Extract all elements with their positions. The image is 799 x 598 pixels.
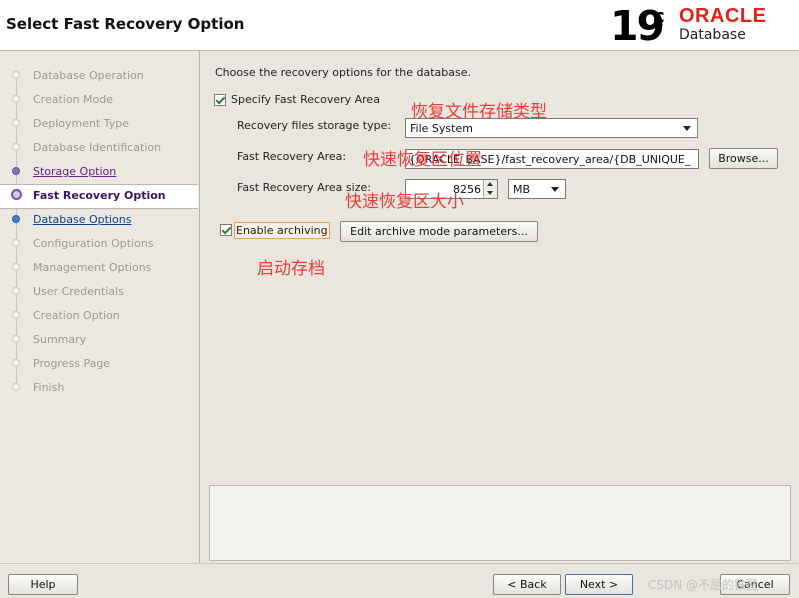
- step-user-credentials: User Credentials: [0, 281, 198, 303]
- step-label: Database Operation: [33, 69, 144, 82]
- step-status-icon: [12, 95, 20, 103]
- step-status-icon: [12, 383, 20, 391]
- window-header: Select Fast Recovery Option 19 c ORACLE …: [0, 0, 799, 51]
- step-status-icon: [12, 239, 20, 247]
- enable-archiving-checkbox[interactable]: [220, 224, 232, 236]
- step-configuration-options: Configuration Options: [0, 233, 198, 255]
- step-label: Management Options: [33, 261, 152, 274]
- step-management-options: Management Options: [0, 257, 198, 279]
- specify-fra-checkbox[interactable]: [214, 94, 226, 106]
- step-database-identification: Database Identification: [0, 137, 198, 159]
- oracle-brand-logo: ORACLE: [679, 5, 767, 27]
- step-label: User Credentials: [33, 285, 124, 298]
- fra-size-unit-dropdown[interactable]: MB: [508, 179, 566, 199]
- step-creation-option: Creation Option: [0, 305, 198, 327]
- step-status-icon: [12, 263, 20, 271]
- step-status-icon: [12, 143, 20, 151]
- wizard-footer: Help < Back Next > Cancel CSDN @不屈的铁壁: [0, 563, 799, 598]
- browse-button[interactable]: Browse...: [709, 148, 778, 169]
- watermark-text: CSDN @不屈的铁壁: [648, 578, 759, 592]
- step-label: Configuration Options: [33, 237, 154, 250]
- step-storage-option[interactable]: Storage Option: [0, 161, 198, 183]
- fra-size-unit-value: MB: [513, 183, 531, 196]
- step-status-icon: [12, 335, 20, 343]
- decrement-arrow-icon[interactable]: [483, 189, 497, 198]
- message-area: [209, 485, 791, 561]
- step-status-icon: [12, 215, 20, 223]
- step-fast-recovery-option: Fast Recovery Option: [0, 184, 198, 209]
- back-button[interactable]: < Back: [493, 574, 561, 595]
- storage-type-value: File System: [410, 122, 473, 135]
- annotation-storage-type: 恢复文件存储类型: [411, 102, 547, 122]
- step-label: Creation Mode: [33, 93, 114, 106]
- fra-location-label: Fast Recovery Area:: [237, 150, 347, 163]
- step-summary: Summary: [0, 329, 198, 351]
- oracle-version-suffix: c: [654, 6, 665, 27]
- storage-type-label: Recovery files storage type:: [237, 119, 392, 132]
- step-link[interactable]: Storage Option: [33, 165, 116, 178]
- specify-fra-label[interactable]: Specify Fast Recovery Area: [231, 93, 380, 106]
- enable-archiving-label[interactable]: Enable archiving: [234, 222, 330, 239]
- step-status-icon: [12, 71, 20, 79]
- step-label: Summary: [33, 333, 87, 346]
- step-database-operation: Database Operation: [0, 65, 198, 87]
- step-label: Progress Page: [33, 357, 111, 370]
- wizard-steps-sidebar: Database Operation Creation Mode Deploym…: [0, 51, 200, 563]
- annotation-archiving: 启动存档: [257, 259, 325, 279]
- current-step-icon: [11, 189, 22, 200]
- main-content-panel: Choose the recovery options for the data…: [200, 51, 799, 563]
- step-label: Database Identification: [33, 141, 162, 154]
- oracle-product-name: Database: [679, 27, 746, 43]
- help-button[interactable]: Help: [8, 574, 78, 595]
- step-status-icon: [12, 119, 20, 127]
- chevron-down-icon: [551, 187, 559, 192]
- page-title: Select Fast Recovery Option: [6, 15, 245, 33]
- step-link[interactable]: Database Options: [33, 213, 131, 226]
- step-status-icon: [12, 287, 20, 295]
- annotation-fra-location: 快速恢复区位置: [363, 150, 482, 170]
- step-status-icon: [12, 167, 20, 175]
- step-label: Creation Option: [33, 309, 120, 322]
- next-button[interactable]: Next >: [565, 574, 633, 595]
- step-creation-mode: Creation Mode: [0, 89, 198, 111]
- step-finish: Finish: [0, 377, 198, 399]
- step-label: Deployment Type: [33, 117, 130, 130]
- edit-archive-params-button[interactable]: Edit archive mode parameters...: [340, 221, 538, 242]
- step-status-icon: [12, 359, 20, 367]
- step-deployment-type: Deployment Type: [0, 113, 198, 135]
- step-label: Fast Recovery Option: [33, 189, 166, 202]
- instructions-text: Choose the recovery options for the data…: [215, 66, 471, 79]
- annotation-fra-size: 快速恢复区大小: [345, 192, 464, 212]
- chevron-down-icon: [683, 126, 691, 131]
- step-progress-page: Progress Page: [0, 353, 198, 375]
- step-label: Finish: [33, 381, 65, 394]
- step-database-options[interactable]: Database Options: [0, 209, 198, 231]
- step-status-icon: [12, 311, 20, 319]
